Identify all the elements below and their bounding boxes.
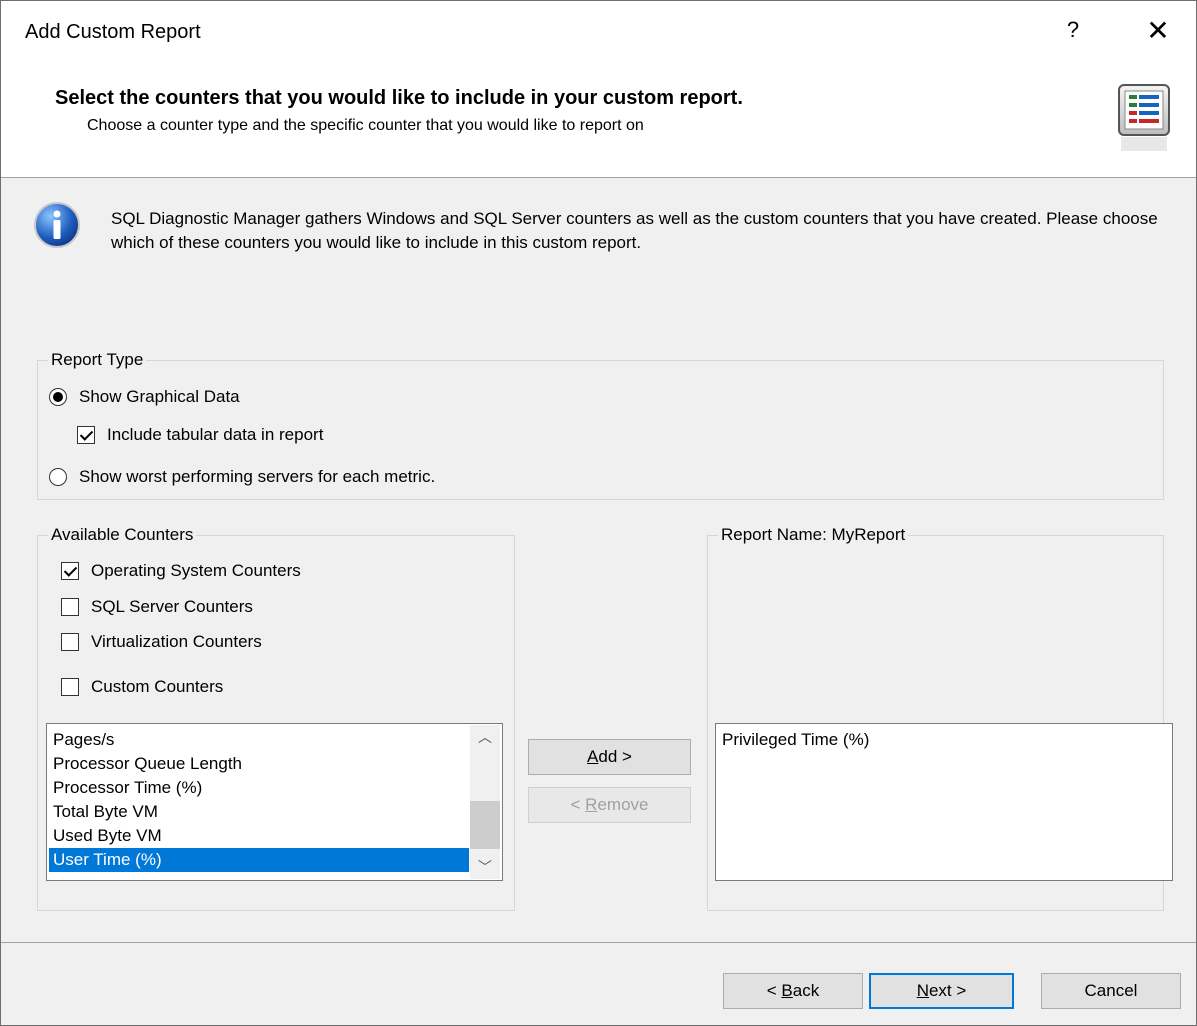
back-button[interactable]: < Back: [723, 973, 863, 1009]
report-list-icon: [1118, 84, 1170, 151]
list-item[interactable]: Privileged Time (%): [718, 728, 869, 752]
os-counters-label: Operating System Counters: [91, 561, 301, 580]
info-text: SQL Diagnostic Manager gathers Windows a…: [111, 209, 1158, 252]
virtualization-counters-checkbox[interactable]: Virtualization Counters: [61, 632, 262, 652]
add-mnemonic: A: [587, 747, 599, 766]
report-counters-list[interactable]: Privileged Time (%): [715, 723, 1173, 881]
add-label: dd >: [598, 747, 632, 766]
include-tabular-label: Include tabular data in report: [107, 425, 324, 444]
report-type-legend: Report Type: [51, 350, 144, 369]
add-button[interactable]: Add >: [528, 739, 691, 775]
radio-selected[interactable]: [49, 388, 67, 406]
checkbox-unchecked[interactable]: [61, 598, 79, 616]
available-counters-items: Pages/s Processor Queue Length Processor…: [49, 728, 469, 872]
list-item-selected[interactable]: User Time (%): [49, 848, 469, 872]
sql-server-counters-label: SQL Server Counters: [91, 597, 253, 616]
checkbox-checked[interactable]: [77, 426, 95, 444]
add-custom-report-dialog: Add Custom Report ? ✕ Select the counter…: [0, 0, 1197, 1026]
help-button[interactable]: ?: [1061, 17, 1085, 47]
show-graphical-radio[interactable]: Show Graphical Data: [49, 387, 240, 407]
custom-counters-checkbox[interactable]: Custom Counters: [61, 677, 223, 697]
list-item[interactable]: Pages/s: [49, 728, 469, 752]
show-graphical-label: Show Graphical Data: [79, 387, 240, 406]
available-counters-list[interactable]: Pages/s Processor Queue Length Processor…: [46, 723, 503, 881]
close-button[interactable]: ✕: [1141, 13, 1175, 49]
available-counters-legend: Available Counters: [51, 525, 194, 544]
next-button[interactable]: Next >: [869, 973, 1014, 1009]
back-prefix: <: [766, 981, 782, 1000]
remove-mnemonic: R: [585, 795, 598, 814]
os-counters-checkbox[interactable]: Operating System Counters: [61, 561, 301, 581]
list-item[interactable]: Used Byte VM: [49, 824, 469, 848]
remove-button[interactable]: < Remove: [528, 787, 691, 823]
scroll-thumb[interactable]: [470, 801, 500, 849]
window-title: Add Custom Report: [25, 21, 201, 43]
next-label: ext >: [928, 981, 967, 1000]
remove-label: emove: [597, 795, 649, 814]
scroll-down-icon[interactable]: ﹀: [470, 855, 500, 879]
vertical-scrollbar[interactable]: ︿ ﹀: [470, 725, 500, 879]
header-subtitle: Choose a counter type and the specific c…: [87, 117, 644, 134]
checkbox-checked[interactable]: [61, 562, 79, 580]
footer-divider: [1, 942, 1196, 943]
remove-prefix: <: [570, 795, 586, 814]
list-item[interactable]: Processor Queue Length: [49, 752, 469, 776]
next-mnemonic: N: [916, 981, 929, 1000]
report-name-legend: Report Name: MyReport: [721, 525, 906, 544]
scroll-up-icon[interactable]: ︿: [470, 725, 500, 749]
back-label: ack: [792, 981, 820, 1000]
custom-counters-label: Custom Counters: [91, 677, 224, 696]
list-item[interactable]: Total Byte VM: [49, 800, 469, 824]
info-icon: [34, 202, 80, 248]
header-title: Select the counters that you would like …: [55, 87, 743, 109]
show-worst-label: Show worst performing servers for each m…: [79, 467, 436, 486]
radio-unselected[interactable]: [49, 468, 67, 486]
back-mnemonic: B: [781, 981, 793, 1000]
list-item[interactable]: Processor Time (%): [49, 776, 469, 800]
show-worst-radio[interactable]: Show worst performing servers for each m…: [49, 467, 435, 487]
checkbox-unchecked[interactable]: [61, 678, 79, 696]
report-counters-items: Privileged Time (%): [718, 728, 869, 752]
include-tabular-checkbox[interactable]: Include tabular data in report: [77, 425, 323, 445]
title-bar: Add Custom Report ? ✕: [1, 1, 1196, 69]
cancel-button[interactable]: Cancel: [1041, 973, 1181, 1009]
sql-server-counters-checkbox[interactable]: SQL Server Counters: [61, 597, 253, 617]
wizard-header: Select the counters that you would like …: [1, 69, 1196, 178]
virtualization-counters-label: Virtualization Counters: [91, 632, 262, 651]
checkbox-unchecked[interactable]: [61, 633, 79, 651]
